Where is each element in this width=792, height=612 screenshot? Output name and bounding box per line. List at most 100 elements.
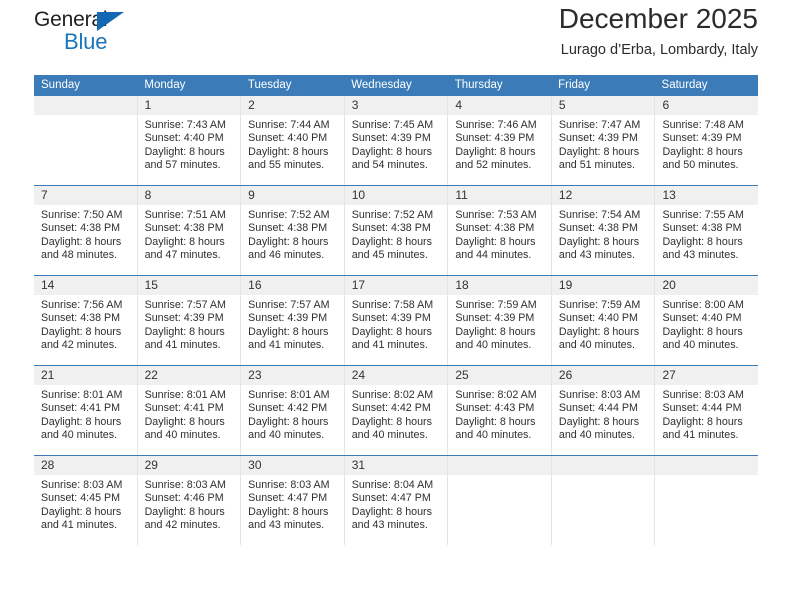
sunset-text: Sunset: 4:44 PM xyxy=(558,402,638,415)
day-sun-info: Sunrise: 8:01 AM Sunset: 4:41 PM Daylight:… xyxy=(138,385,241,443)
daylight-text-line1: Daylight: 8 hours xyxy=(558,325,640,338)
day-cell[interactable]: 22 Sunrise: 8:01 AM Sunset: 4:41 PM Dayligh… xyxy=(137,366,242,455)
day-cell[interactable]: 30 Sunrise: 8:03 AM Sunset: 4:47 PM Dayligh… xyxy=(241,456,345,545)
weekday-header-thursday: Thursday xyxy=(454,79,503,91)
day-cell[interactable]: 18 Sunrise: 7:59 AM Sunset: 4:39 PM Dayligh… xyxy=(448,276,552,365)
day-sun-info: Sunrise: 7:48 AM Sunset: 4:39 PM Daylight:… xyxy=(655,115,758,173)
day-cell[interactable]: 15 Sunrise: 7:57 AM Sunset: 4:39 PM Dayligh… xyxy=(137,276,242,365)
daylight-text-line2: and 43 minutes. xyxy=(351,519,428,532)
sunrise-text: Sunrise: 8:03 AM xyxy=(144,479,226,491)
day-number: 12 xyxy=(551,186,655,205)
sunrise-text: Sunrise: 7:50 AM xyxy=(41,209,123,221)
day-cell[interactable]: 29 Sunrise: 8:03 AM Sunset: 4:46 PM Dayligh… xyxy=(137,456,242,545)
sunrise-text: Sunrise: 7:57 AM xyxy=(144,299,226,311)
day-number: 23 xyxy=(241,366,344,385)
daylight-text-line1: Daylight: 8 hours xyxy=(41,325,122,338)
day-cell[interactable]: 26 Sunrise: 8:03 AM Sunset: 4:44 PM Dayligh… xyxy=(551,366,656,455)
day-cell[interactable]: 9 Sunrise: 7:52 AM Sunset: 4:38 PM Daylight… xyxy=(241,186,345,275)
day-cell[interactable]: 25 Sunrise: 8:02 AM Sunset: 4:43 PM Dayligh… xyxy=(448,366,552,455)
sunset-text: Sunset: 4:42 PM xyxy=(351,402,431,415)
daylight-text-line2: and 41 minutes. xyxy=(351,339,428,352)
day-sun-info: Sunrise: 8:02 AM Sunset: 4:43 PM Daylight:… xyxy=(448,385,551,443)
calendar-week-row: 21 Sunrise: 8:01 AM Sunset: 4:41 PM Dayligh… xyxy=(34,365,759,455)
calendar-page: General Blue December 2025 Lurago d’Erba… xyxy=(0,0,792,612)
daylight-text-line2: and 50 minutes. xyxy=(662,159,739,172)
day-number: 28 xyxy=(34,456,137,475)
daylight-text-line2: and 48 minutes. xyxy=(41,249,118,262)
day-number: 3 xyxy=(344,96,448,115)
day-cell[interactable]: 8 Sunrise: 7:51 AM Sunset: 4:38 PM Daylight… xyxy=(137,186,242,275)
sunrise-text: Sunrise: 7:52 AM xyxy=(248,209,330,221)
day-cell-empty xyxy=(551,456,656,545)
sunset-text: Sunset: 4:38 PM xyxy=(41,222,121,235)
day-cell[interactable]: 5 Sunrise: 7:47 AM Sunset: 4:39 PM Daylight… xyxy=(551,96,656,185)
day-cell[interactable]: 3 Sunrise: 7:45 AM Sunset: 4:39 PM Daylight… xyxy=(344,96,449,185)
daylight-text-line1: Daylight: 8 hours xyxy=(351,235,432,248)
daylight-text-line1: Daylight: 8 hours xyxy=(455,145,536,158)
day-sun-info: Sunrise: 7:58 AM Sunset: 4:39 PM Daylight:… xyxy=(345,295,448,353)
day-cell[interactable]: 6 Sunrise: 7:48 AM Sunset: 4:39 PM Daylight… xyxy=(655,96,759,185)
daylight-text-line1: Daylight: 8 hours xyxy=(455,325,536,338)
sunrise-text: Sunrise: 8:02 AM xyxy=(455,389,537,401)
sunrise-text: Sunrise: 7:59 AM xyxy=(455,299,537,311)
day-number: 15 xyxy=(137,276,241,295)
day-cell[interactable]: 16 Sunrise: 7:57 AM Sunset: 4:39 PM Dayligh… xyxy=(241,276,345,365)
day-cell[interactable]: 23 Sunrise: 8:01 AM Sunset: 4:42 PM Dayligh… xyxy=(241,366,345,455)
general-blue-logo[interactable]: General Blue xyxy=(34,8,164,60)
daylight-text-line1: Daylight: 8 hours xyxy=(144,235,225,248)
day-sun-info: Sunrise: 7:46 AM Sunset: 4:39 PM Daylight:… xyxy=(448,115,551,173)
day-cell[interactable]: 20 Sunrise: 8:00 AM Sunset: 4:40 PM Dayligh… xyxy=(655,276,759,365)
sunset-text: Sunset: 4:47 PM xyxy=(351,492,431,505)
day-number: 18 xyxy=(448,276,551,295)
daylight-text-line2: and 43 minutes. xyxy=(248,519,325,532)
day-cell[interactable]: 19 Sunrise: 7:59 AM Sunset: 4:40 PM Dayligh… xyxy=(551,276,656,365)
day-sun-info: Sunrise: 7:52 AM Sunset: 4:38 PM Daylight:… xyxy=(241,205,344,263)
weekday-header-row: Sunday Monday Tuesday Wednesday Thursday Frid… xyxy=(34,75,758,96)
day-cell[interactable]: 13 Sunrise: 7:55 AM Sunset: 4:38 PM Dayligh… xyxy=(655,186,759,275)
sunset-text: Sunset: 4:40 PM xyxy=(248,132,328,145)
sunrise-text: Sunrise: 8:03 AM xyxy=(248,479,330,491)
sunset-text: Sunset: 4:38 PM xyxy=(351,222,431,235)
daylight-text-line1: Daylight: 8 hours xyxy=(558,235,640,248)
day-cell[interactable]: 10 Sunrise: 7:52 AM Sunset: 4:38 PM Dayligh… xyxy=(344,186,449,275)
daylight-text-line1: Daylight: 8 hours xyxy=(41,505,122,518)
day-cell[interactable]: 12 Sunrise: 7:54 AM Sunset: 4:38 PM Dayligh… xyxy=(551,186,656,275)
day-cell[interactable]: 7 Sunrise: 7:50 AM Sunset: 4:38 PM Daylight… xyxy=(34,186,138,275)
day-cell[interactable]: 4 Sunrise: 7:46 AM Sunset: 4:39 PM Daylight… xyxy=(448,96,552,185)
day-cell[interactable]: 27 Sunrise: 8:03 AM Sunset: 4:44 PM Dayligh… xyxy=(655,366,759,455)
sunset-text: Sunset: 4:38 PM xyxy=(558,222,638,235)
daylight-text-line1: Daylight: 8 hours xyxy=(351,325,432,338)
day-cell[interactable]: 17 Sunrise: 7:58 AM Sunset: 4:39 PM Dayligh… xyxy=(344,276,449,365)
day-cell[interactable]: 24 Sunrise: 8:02 AM Sunset: 4:42 PM Dayligh… xyxy=(344,366,449,455)
sunset-text: Sunset: 4:42 PM xyxy=(248,402,328,415)
sunset-text: Sunset: 4:45 PM xyxy=(41,492,121,505)
day-number: 17 xyxy=(344,276,448,295)
daylight-text-line1: Daylight: 8 hours xyxy=(144,505,225,518)
calendar-week-row: 28 Sunrise: 8:03 AM Sunset: 4:45 PM Dayligh… xyxy=(34,455,759,545)
daylight-text-line2: and 40 minutes. xyxy=(558,339,635,352)
day-cell[interactable]: 2 Sunrise: 7:44 AM Sunset: 4:40 PM Daylight… xyxy=(241,96,345,185)
sunset-text: Sunset: 4:47 PM xyxy=(248,492,328,505)
day-cell[interactable]: 1 Sunrise: 7:43 AM Sunset: 4:40 PM Daylight… xyxy=(137,96,242,185)
day-number: 20 xyxy=(655,276,759,295)
sunrise-text: Sunrise: 8:02 AM xyxy=(351,389,434,401)
daylight-text-line2: and 41 minutes. xyxy=(248,339,325,352)
day-cell[interactable]: 14 Sunrise: 7:56 AM Sunset: 4:38 PM Dayligh… xyxy=(34,276,138,365)
sunset-text: Sunset: 4:38 PM xyxy=(455,222,535,235)
daylight-text-line2: and 40 minutes. xyxy=(455,339,532,352)
daylight-text-line1: Daylight: 8 hours xyxy=(248,145,329,158)
daylight-text-line2: and 47 minutes. xyxy=(144,249,221,262)
daylight-text-line1: Daylight: 8 hours xyxy=(144,145,225,158)
daylight-text-line1: Daylight: 8 hours xyxy=(662,325,743,338)
sunrise-text: Sunrise: 7:57 AM xyxy=(248,299,330,311)
day-cell-empty xyxy=(448,456,552,545)
daylight-text-line2: and 43 minutes. xyxy=(558,249,635,262)
day-cell[interactable]: 21 Sunrise: 8:01 AM Sunset: 4:41 PM Dayligh… xyxy=(34,366,138,455)
daylight-text-line2: and 42 minutes. xyxy=(144,519,221,532)
day-sun-info: Sunrise: 7:53 AM Sunset: 4:38 PM Daylight:… xyxy=(448,205,551,263)
day-sun-info: Sunrise: 7:57 AM Sunset: 4:39 PM Daylight:… xyxy=(138,295,241,353)
day-cell[interactable]: 28 Sunrise: 8:03 AM Sunset: 4:45 PM Dayligh… xyxy=(34,456,138,545)
daylight-text-line1: Daylight: 8 hours xyxy=(41,235,122,248)
day-cell[interactable]: 11 Sunrise: 7:53 AM Sunset: 4:38 PM Dayligh… xyxy=(448,186,552,275)
day-cell[interactable]: 31 Sunrise: 8:04 AM Sunset: 4:47 PM Dayligh… xyxy=(344,456,449,545)
